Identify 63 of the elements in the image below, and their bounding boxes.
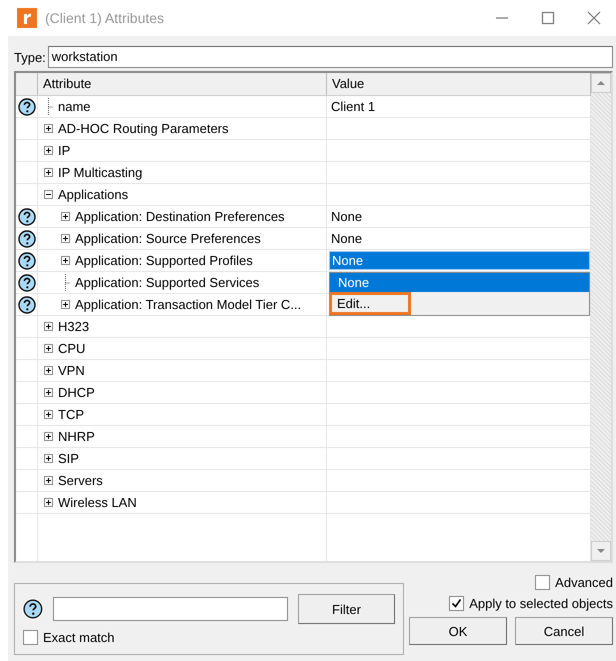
type-field[interactable]: workstation xyxy=(48,46,613,68)
window-title: (Client 1) Attributes xyxy=(45,10,166,26)
filter-field[interactable] xyxy=(52,597,288,621)
expander-icon[interactable] xyxy=(44,322,53,331)
attribute-name[interactable]: NHRP xyxy=(58,429,95,444)
attribute-name[interactable]: Application: Source Preferences xyxy=(75,231,261,246)
checkbox-label[interactable]: Advanced xyxy=(555,575,613,590)
expander-icon[interactable] xyxy=(44,190,53,199)
type-label: Type: xyxy=(14,50,46,64)
checkbox-label[interactable]: Exact match xyxy=(43,630,115,645)
attribute-name[interactable]: AD-HOC Routing Parameters xyxy=(58,121,228,136)
attribute-name[interactable]: Application: Supported Profiles xyxy=(75,253,253,268)
attribute-name[interactable]: H323 xyxy=(58,319,90,334)
checkbox[interactable] xyxy=(535,575,550,590)
close-icon[interactable] xyxy=(587,11,601,25)
attribute-name[interactable]: TCP xyxy=(58,407,84,422)
attribute-name[interactable]: Application: Transaction Model Tier C... xyxy=(75,297,302,312)
scroll-down-icon[interactable] xyxy=(591,541,611,561)
attribute-name[interactable]: SIP xyxy=(58,451,79,466)
attribute-name[interactable]: DHCP xyxy=(58,385,95,400)
filter-button[interactable]: Filter xyxy=(298,594,395,624)
expander-icon[interactable] xyxy=(44,410,53,419)
attribute-name[interactable]: IP xyxy=(58,143,70,158)
expander-icon[interactable] xyxy=(44,498,53,507)
checkbox[interactable] xyxy=(23,630,38,645)
attribute-name[interactable]: CPU xyxy=(58,341,86,356)
expander-icon[interactable] xyxy=(44,366,53,375)
attribute-name[interactable]: Application: Supported Services xyxy=(75,275,260,290)
expander-icon[interactable] xyxy=(44,454,53,463)
attribute-value[interactable]: None xyxy=(329,208,364,225)
attribute-value[interactable]: Client 1 xyxy=(329,98,378,115)
column-header[interactable]: Attribute xyxy=(38,73,327,95)
ok-button[interactable]: OK xyxy=(409,617,507,645)
expander-icon[interactable] xyxy=(61,256,70,265)
attribute-name[interactable]: VPN xyxy=(58,363,85,378)
attribute-name[interactable]: Wireless LAN xyxy=(58,495,137,510)
expander-icon[interactable] xyxy=(44,388,53,397)
attribute-name[interactable]: name xyxy=(58,99,91,114)
expander-icon[interactable] xyxy=(61,212,70,221)
expander-icon[interactable] xyxy=(44,432,53,441)
cancel-button[interactable]: Cancel xyxy=(515,617,613,645)
attribute-name[interactable]: Application: Destination Preferences xyxy=(75,209,285,224)
expander-icon[interactable] xyxy=(61,300,70,309)
attribute-name[interactable]: Servers xyxy=(58,473,103,488)
expander-icon[interactable] xyxy=(44,124,53,133)
expander-icon[interactable] xyxy=(44,344,53,353)
attribute-name[interactable]: IP Multicasting xyxy=(58,165,142,180)
maximize-icon[interactable] xyxy=(541,11,555,25)
attribute-name[interactable]: Applications xyxy=(58,187,128,202)
help-icon[interactable] xyxy=(23,599,43,619)
scroll-up-icon[interactable] xyxy=(591,73,611,93)
expander-icon[interactable] xyxy=(44,168,53,177)
expander-icon[interactable] xyxy=(44,476,53,485)
attribute-value[interactable]: None xyxy=(329,251,590,270)
dropdown-option[interactable]: None xyxy=(330,273,589,292)
scrollbar[interactable] xyxy=(591,73,611,561)
app-logo-icon xyxy=(17,8,37,28)
attribute-value[interactable]: None xyxy=(329,230,364,247)
checkbox-label[interactable]: Apply to selected objects xyxy=(469,596,613,611)
dropdown-option[interactable]: Edit... xyxy=(331,294,409,313)
expander-icon[interactable] xyxy=(44,146,53,155)
expander-icon[interactable] xyxy=(61,234,70,243)
checkbox[interactable] xyxy=(449,596,464,611)
